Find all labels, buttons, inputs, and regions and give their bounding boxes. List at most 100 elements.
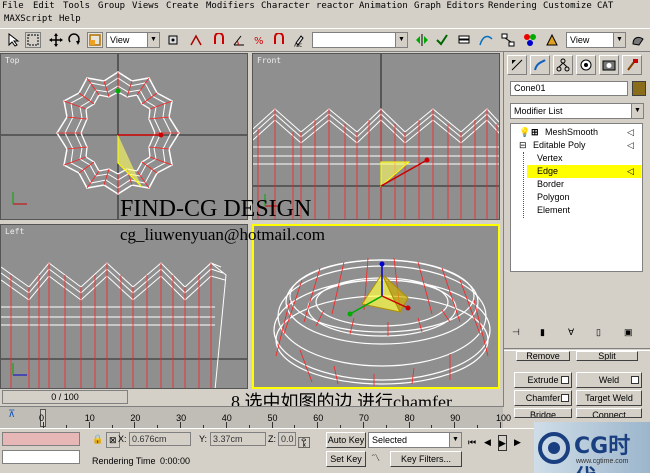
y-coordinate-field[interactable]: 3.37cm bbox=[210, 432, 266, 446]
create-tab-icon[interactable] bbox=[507, 55, 527, 75]
menu-animation[interactable]: Animation bbox=[359, 0, 408, 12]
select-and-manipulate-icon[interactable] bbox=[188, 32, 204, 48]
collapse-minus-icon[interactable]: ⊟ bbox=[519, 139, 527, 152]
remove-modifier-icon[interactable]: ▯ bbox=[596, 326, 601, 339]
hierarchy-tab-icon[interactable] bbox=[553, 55, 573, 75]
curve-editor-icon[interactable] bbox=[478, 32, 494, 48]
subobject-edge[interactable]: Edge bbox=[537, 165, 558, 178]
split-button[interactable]: Split bbox=[576, 351, 638, 361]
menu-reactor[interactable]: reactor bbox=[316, 0, 354, 12]
object-color-swatch[interactable] bbox=[632, 81, 646, 96]
maxscript-listener-pink[interactable] bbox=[2, 432, 80, 446]
target-weld-button[interactable]: Target Weld bbox=[576, 390, 642, 406]
timeline-tick-label: 40 bbox=[221, 413, 232, 423]
menu-help[interactable]: Help bbox=[59, 13, 81, 25]
previous-frame-icon[interactable]: ◀ bbox=[484, 435, 491, 449]
modifier-list-dropdown[interactable]: Modifier List ▼ bbox=[510, 103, 644, 119]
layer-manager-icon[interactable] bbox=[456, 32, 472, 48]
connect-button[interactable]: Connect bbox=[576, 408, 642, 418]
key-mode-icon[interactable]: 〽 bbox=[371, 451, 380, 465]
render-view-dropdown[interactable]: View ▼ bbox=[566, 32, 626, 48]
subobject-vertex[interactable]: Vertex bbox=[537, 152, 563, 165]
object-name-field[interactable]: Cone01 bbox=[510, 81, 628, 96]
select-rotate-icon[interactable] bbox=[66, 32, 82, 48]
weld-button[interactable]: Weld bbox=[576, 372, 642, 388]
spinner-snap-icon[interactable] bbox=[271, 32, 287, 48]
maxscript-listener-white[interactable] bbox=[2, 450, 80, 464]
angle-snap-icon[interactable] bbox=[231, 32, 247, 48]
select-move-icon[interactable] bbox=[48, 32, 64, 48]
stack-item-editable-poly[interactable]: Editable Poly bbox=[533, 139, 586, 152]
viewport-top[interactable]: Top bbox=[0, 53, 248, 220]
expand-plus-icon[interactable]: ⊞ bbox=[531, 126, 539, 139]
select-scale-icon[interactable] bbox=[87, 32, 103, 48]
mirror-icon[interactable] bbox=[414, 32, 430, 48]
edit-named-selections-icon[interactable]: ABC bbox=[292, 32, 308, 48]
pivot-center-icon[interactable] bbox=[165, 32, 181, 48]
menu-create[interactable]: Create bbox=[166, 0, 199, 12]
extrude-label: Extrude bbox=[527, 375, 559, 385]
z-coordinate-field[interactable]: 0.0 bbox=[278, 432, 296, 446]
named-selection-dropdown[interactable]: ▼ bbox=[312, 32, 408, 48]
key-icon[interactable]: ⚿ bbox=[298, 436, 310, 452]
extrude-button[interactable]: Extrude bbox=[514, 372, 572, 388]
menu-rendering[interactable]: Rendering bbox=[488, 0, 537, 12]
menu-modifiers[interactable]: Modifiers bbox=[206, 0, 255, 12]
configure-modifier-sets-icon[interactable]: ▣ bbox=[624, 326, 633, 339]
display-tab-icon[interactable] bbox=[599, 55, 619, 75]
settings-box-icon[interactable] bbox=[631, 376, 639, 384]
settings-box-icon[interactable] bbox=[561, 394, 569, 402]
set-key-button[interactable]: Set Key bbox=[326, 451, 366, 467]
material-editor-icon[interactable] bbox=[522, 32, 538, 48]
lightbulb-icon[interactable]: 💡 bbox=[519, 126, 530, 139]
x-coordinate-field[interactable]: 0.676cm bbox=[129, 432, 191, 446]
viewport-perspective[interactable] bbox=[252, 224, 500, 389]
stack-toolbar: ⊣ ▮ ∀ ▯ ▣ bbox=[510, 324, 644, 340]
reference-coordinate-dropdown[interactable]: View ▼ bbox=[106, 32, 160, 48]
track-bar-toggle-icon[interactable]: ⊼ bbox=[8, 409, 15, 420]
schematic-view-icon[interactable] bbox=[500, 32, 516, 48]
menu-customize[interactable]: Customize bbox=[543, 0, 592, 12]
select-object-icon[interactable] bbox=[6, 32, 22, 48]
auto-key-button[interactable]: Auto Key bbox=[326, 432, 366, 448]
key-selection-dropdown[interactable]: Selected ▼ bbox=[368, 432, 462, 448]
key-filters-button[interactable]: Key Filters... bbox=[390, 451, 462, 467]
subobject-border[interactable]: Border bbox=[537, 178, 564, 191]
menu-views[interactable]: Views bbox=[132, 0, 159, 12]
subobject-element[interactable]: Element bbox=[537, 204, 570, 217]
track-bar[interactable]: ⊼ 0 10 20 30 40 50 60 70 80 90 100 bbox=[0, 406, 511, 428]
menu-file[interactable]: File bbox=[2, 0, 24, 12]
play-icon[interactable]: ▶ bbox=[498, 435, 507, 451]
subobject-polygon[interactable]: Polygon bbox=[537, 191, 570, 204]
pin-stack-icon[interactable]: ⊣ bbox=[512, 326, 520, 339]
render-setup-icon[interactable] bbox=[544, 32, 560, 48]
chamfer-button[interactable]: Chamfer bbox=[514, 390, 572, 406]
percent-snap-icon[interactable]: % bbox=[251, 32, 267, 48]
lock-selection-icon[interactable]: 🔒 bbox=[92, 432, 103, 446]
viewport-left[interactable]: Left bbox=[0, 224, 248, 389]
menu-group[interactable]: Group bbox=[98, 0, 125, 12]
next-frame-icon[interactable]: ▶ bbox=[514, 435, 521, 449]
go-to-start-icon[interactable]: ⏮ bbox=[468, 435, 476, 449]
utilities-tab-icon[interactable] bbox=[622, 55, 642, 75]
stack-item-meshsmooth[interactable]: MeshSmooth bbox=[545, 126, 598, 139]
menu-character[interactable]: Character bbox=[261, 0, 310, 12]
bridge-button[interactable]: Bridge bbox=[514, 408, 572, 418]
snaps-toggle-icon[interactable] bbox=[211, 32, 227, 48]
menu-edit[interactable]: Edit bbox=[33, 0, 55, 12]
show-end-result-icon[interactable]: ▮ bbox=[540, 326, 545, 339]
motion-tab-icon[interactable] bbox=[576, 55, 596, 75]
settings-box-icon[interactable] bbox=[561, 376, 569, 384]
viewport-front[interactable]: Front bbox=[252, 53, 500, 220]
menu-cat[interactable]: CAT bbox=[597, 0, 613, 12]
align-icon[interactable] bbox=[434, 32, 450, 48]
modify-tab-icon[interactable] bbox=[530, 55, 550, 75]
menu-maxscript[interactable]: MAXScript bbox=[4, 13, 53, 25]
quick-render-icon[interactable] bbox=[630, 32, 646, 48]
select-region-icon[interactable] bbox=[25, 32, 41, 48]
menu-tools[interactable]: Tools bbox=[63, 0, 90, 12]
remove-button[interactable]: Remove bbox=[516, 351, 570, 361]
make-unique-icon[interactable]: ∀ bbox=[568, 326, 574, 339]
time-slider[interactable]: 0 / 100 bbox=[2, 390, 128, 404]
menu-graph-editors[interactable]: Graph Editors bbox=[414, 0, 484, 12]
